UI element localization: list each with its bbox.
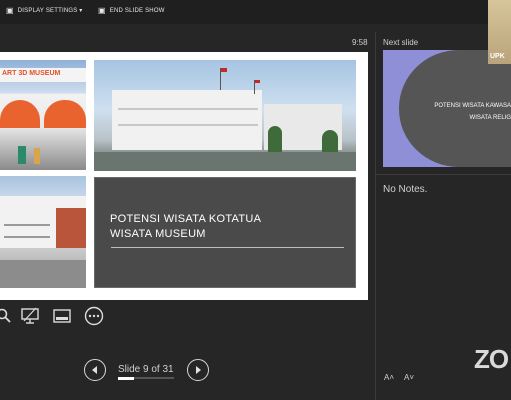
next-slide-header: Next slide	[383, 38, 419, 47]
previous-slide-button[interactable]	[84, 359, 106, 381]
end-slideshow-label: END SLIDE SHOW	[109, 7, 165, 14]
more-options-icon[interactable]	[84, 306, 104, 326]
participant-name: UPK	[490, 53, 505, 60]
decrease-font-button[interactable]: A˅	[404, 373, 414, 382]
slide-counter[interactable]: Slide 9 of 31	[118, 364, 174, 375]
end-slideshow-button[interactable]: ▣ END SLIDE SHOW	[98, 6, 165, 15]
next-slide-text: POTENSI WISATA KAWASA WISATA RELIG	[430, 100, 511, 124]
display-settings-label: DISPLAY SETTINGS ▾	[17, 8, 83, 14]
slide-photo-colonial-building	[94, 60, 356, 171]
next-slide-button[interactable]	[187, 359, 209, 381]
slide-progress-fill	[118, 377, 135, 380]
slide-title-line-1: POTENSI WISATA KOTATUA	[110, 213, 262, 225]
presenter-screen-icon[interactable]	[20, 306, 40, 326]
slide-photo-art-museum: ART 3D MUSEUM	[0, 60, 86, 170]
previous-slide-icon	[92, 366, 97, 374]
art-museum-sign: ART 3D MUSEUM	[2, 70, 61, 77]
notes-divider	[376, 174, 511, 175]
subtitles-icon[interactable]	[52, 306, 72, 326]
slide-title-line-2: WISATA MUSEUM	[110, 228, 206, 240]
end-slideshow-icon: ▣	[98, 6, 106, 15]
slide-photo-museum-facade	[0, 176, 86, 288]
increase-font-button[interactable]: A˄	[384, 373, 394, 382]
next-slide-text-line-1: POTENSI WISATA KAWASA	[434, 103, 511, 109]
magnifier-icon[interactable]	[0, 306, 14, 326]
zoom-logo: ZO	[474, 344, 509, 374]
slide-title-underline	[111, 247, 344, 248]
presentation-timer: 9:58	[352, 38, 368, 47]
speaker-notes: No Notes.	[383, 184, 428, 195]
next-slide-text-line-2: WISATA RELIG	[469, 115, 511, 121]
next-slide-icon	[196, 366, 201, 374]
display-settings-button[interactable]: ▣ DISPLAY SETTINGS ▾	[6, 6, 83, 15]
panel-divider	[375, 32, 376, 400]
display-settings-icon: ▣	[6, 6, 14, 15]
slide-title: POTENSI WISATA KOTATUA WISATA MUSEUM	[110, 212, 340, 242]
